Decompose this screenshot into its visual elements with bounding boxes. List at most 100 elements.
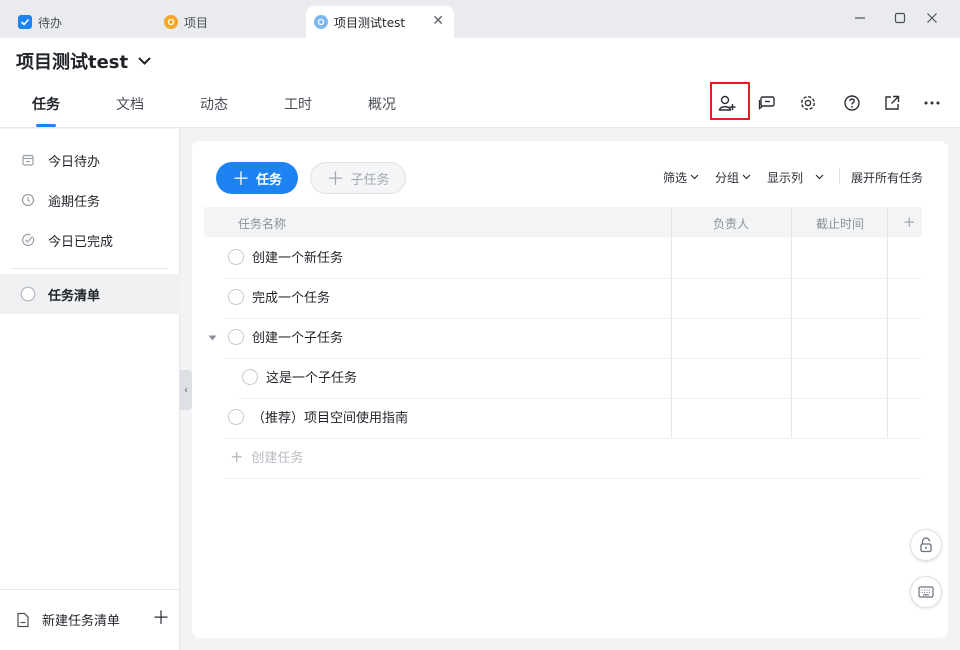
title-tab-bar: 待办 项目 项目测试test ✕ [0,0,960,38]
open-external-icon[interactable] [882,93,902,113]
add-subtask-button[interactable]: ＋ 子任务 [310,162,406,194]
sidebar-collapse-handle[interactable]: ‹ [180,370,192,410]
unlock-icon [919,537,933,553]
chevron-down-icon [138,54,151,68]
task-panel: ＋ 任务 ＋ 子任务 筛选 分组 显示列 展开所有任务 任务名称 负责人 截止时… [192,141,948,638]
row-divider [224,438,922,439]
task-name: 这是一个子任务 [266,371,358,386]
chevron-down-icon [815,173,824,183]
display-columns-dropdown[interactable]: 显示列 [767,169,824,186]
task-name: （推荐）项目空间使用指南 [252,411,409,426]
clock-icon [20,192,36,208]
task-checkbox[interactable] [242,368,258,385]
tab-overview[interactable]: 概况 [368,94,396,114]
document-icon [16,612,30,628]
close-tab-icon[interactable]: ✕ [432,14,444,28]
chevron-left-icon: ‹ [184,384,188,396]
task-checkbox[interactable] [228,248,244,265]
settings-icon[interactable] [798,93,818,113]
tab-activity[interactable]: 动态 [200,94,228,114]
sidebar-item-overdue[interactable]: 逾期任务 [0,180,180,220]
create-task-row[interactable]: + 创建任务 [230,447,303,466]
project-icon [164,15,178,29]
row-divider [238,398,922,399]
chat-icon[interactable] [757,93,777,113]
tab-tasks[interactable]: 任务 [32,94,60,114]
column-header-deadline[interactable]: 截止时间 [816,215,864,232]
keyboard-button[interactable] [910,576,942,608]
column-header-task-name[interactable]: 任务名称 [238,215,286,232]
sidebar-item-completed-today[interactable]: 今日已完成 [0,220,180,260]
tab-docs[interactable]: 文档 [116,94,144,114]
tab-label: 项目测试test [334,15,406,30]
filter-dropdown[interactable]: 筛选 [663,169,699,186]
plus-icon[interactable]: ＋ [152,604,170,630]
minimize-icon[interactable] [852,10,868,26]
table-row[interactable]: 创建一个子任务 [228,327,343,346]
display-columns-label: 显示列 [767,171,804,185]
table-header: 任务名称 负责人 截止时间 + [204,207,922,237]
highlight-box [710,82,750,120]
add-subtask-label: 子任务 [350,172,390,188]
sidebar-item-today-todo[interactable]: 今日待办 [0,140,180,180]
chevron-down-icon [690,173,699,183]
expand-triangle-icon[interactable] [208,334,218,344]
task-name: 创建一个子任务 [252,331,344,346]
table-row-subtask[interactable]: 这是一个子任务 [242,367,357,386]
unlock-button[interactable] [910,529,942,561]
project-title-dropdown[interactable]: 项目测试test [16,48,151,74]
add-column-icon[interactable]: + [903,213,916,231]
circle-icon [20,286,36,302]
add-task-button[interactable]: ＋ 任务 [216,162,298,194]
expand-all-label: 展开所有任务 [851,171,924,185]
close-icon[interactable] [924,10,940,26]
plus-icon: + [230,447,244,466]
tab-label: 项目 [184,15,209,30]
task-checkbox[interactable] [228,288,244,305]
tab-project-test[interactable]: 项目测试test ✕ [306,6,454,38]
task-name: 创建一个新任务 [252,251,344,266]
chevron-down-icon [742,173,751,183]
column-header-assignee[interactable]: 负责人 [713,215,749,232]
more-icon[interactable] [922,93,942,113]
task-checkbox[interactable] [228,328,244,345]
project-icon [314,15,328,29]
filter-label: 筛选 [663,171,688,185]
sidebar-item-task-list[interactable]: 任务清单 [0,274,180,314]
sidebar-footer: 新建任务清单 ＋ [0,589,180,649]
column-divider [791,207,792,438]
table-row[interactable]: 完成一个任务 [228,287,330,306]
checkbox-icon [18,15,32,29]
plus-icon: ＋ [326,169,345,190]
sidebar: 今日待办 逾期任务 今日已完成 任务清单 新建任务清单 ＋ [0,129,180,650]
row-divider [224,358,922,359]
group-label: 分组 [715,171,740,185]
tab-worktime[interactable]: 工时 [284,94,312,114]
tab-projects[interactable]: 项目 [156,6,306,38]
calendar-icon [20,152,36,168]
check-circle-icon [20,232,36,248]
tab-label: 待办 [38,15,63,30]
new-task-list-label: 新建任务清单 [42,614,121,629]
tab-todo[interactable]: 待办 [6,6,156,38]
table-row[interactable]: 创建一个新任务 [228,247,343,266]
help-icon[interactable] [842,93,862,113]
table-row[interactable]: （推荐）项目空间使用指南 [228,407,408,426]
column-divider [671,207,672,438]
sidebar-item-label: 任务清单 [48,288,101,304]
divider [12,268,168,269]
row-divider [224,478,922,479]
task-checkbox[interactable] [228,408,244,425]
keyboard-icon [918,586,934,598]
create-task-placeholder: 创建任务 [251,451,304,466]
maximize-icon[interactable] [892,10,908,26]
project-title: 项目测试test [16,52,129,73]
row-divider [224,278,922,279]
group-dropdown[interactable]: 分组 [715,169,751,186]
toolbar-divider [839,168,840,184]
plus-icon: ＋ [231,169,250,190]
new-task-list-button[interactable]: 新建任务清单 [16,610,120,629]
expand-all-button[interactable]: 展开所有任务 [851,169,923,186]
column-divider [887,207,888,438]
sidebar-item-label: 今日已完成 [48,234,114,250]
